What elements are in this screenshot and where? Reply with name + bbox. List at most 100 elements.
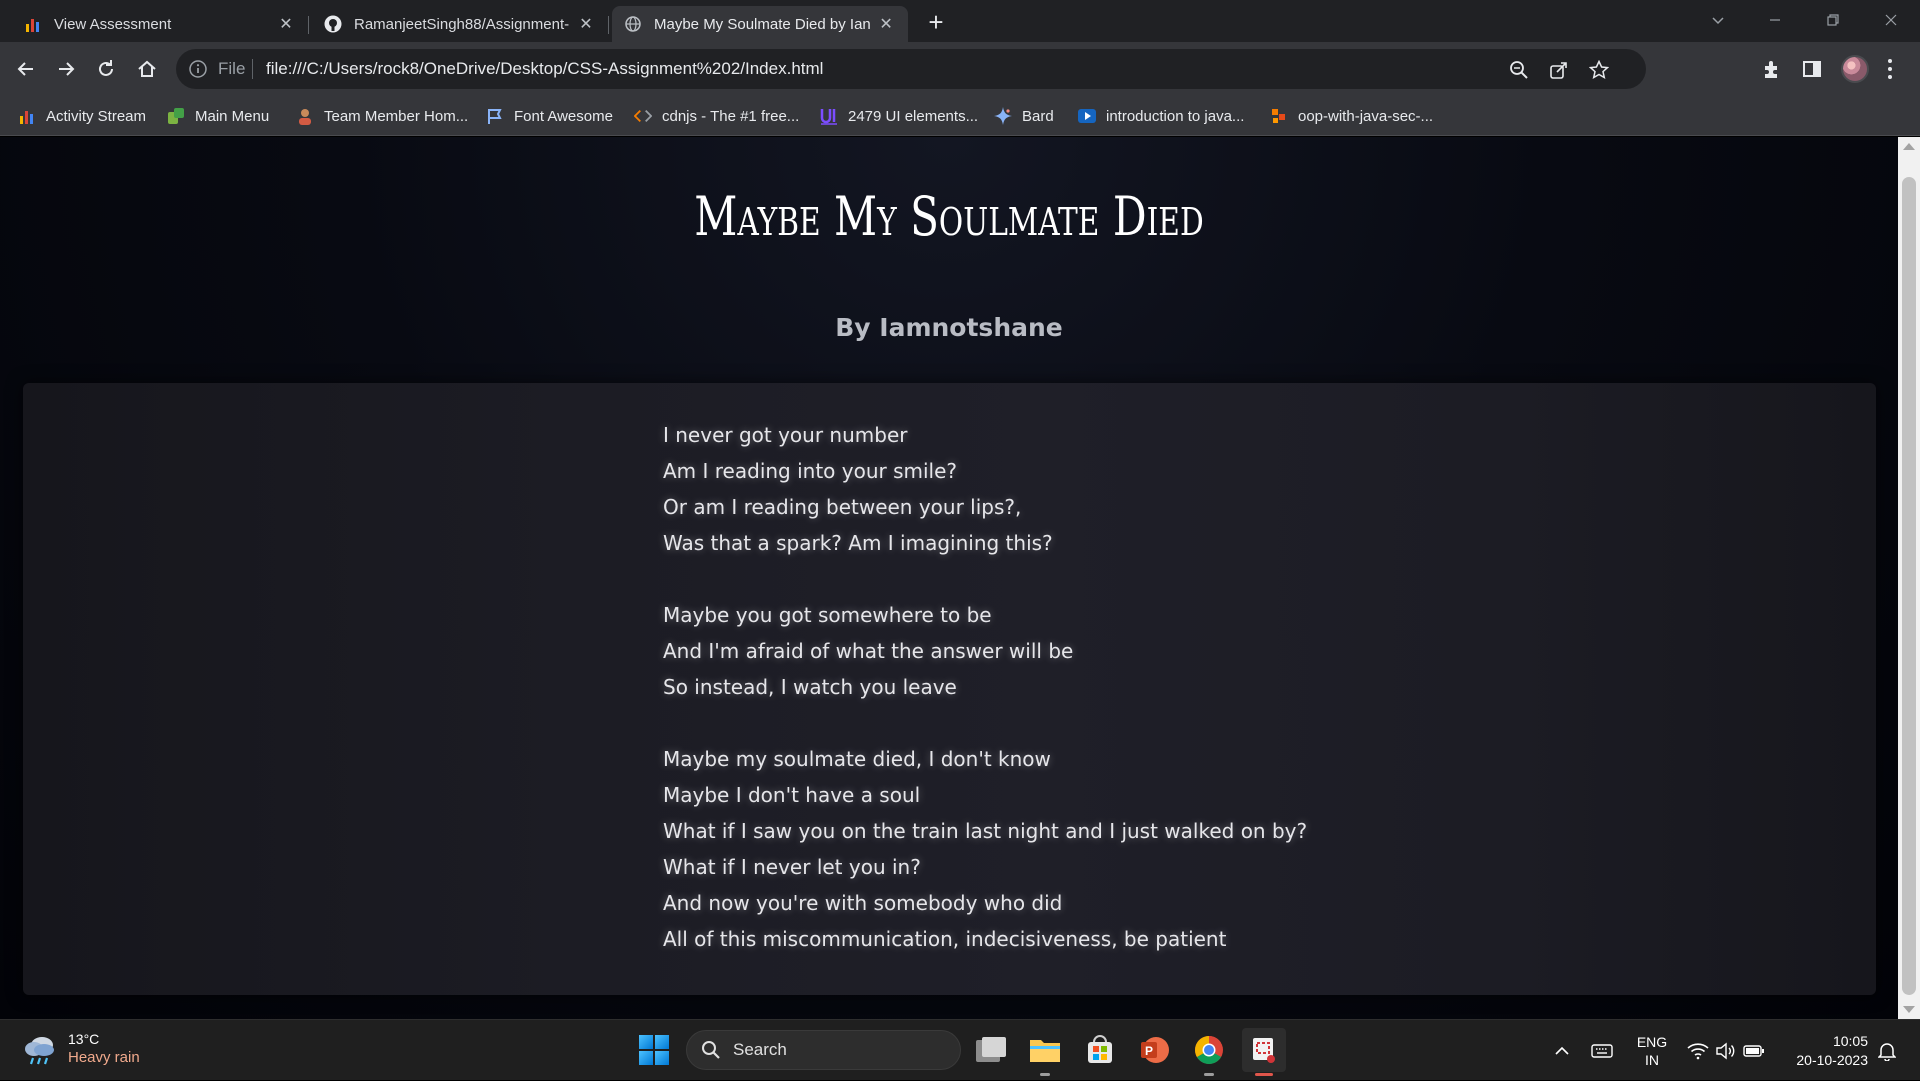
vertical-scrollbar[interactable] bbox=[1898, 137, 1920, 1019]
file-explorer-button[interactable] bbox=[1027, 1032, 1063, 1076]
stanza-1: I never got your number Am I reading int… bbox=[663, 417, 1053, 561]
restore-icon bbox=[1827, 14, 1839, 26]
profile-avatar[interactable] bbox=[1841, 55, 1869, 83]
bookmark-oop-java[interactable]: oop-with-java-sec-... bbox=[1270, 104, 1433, 128]
weather-temperature: 13°C bbox=[68, 1031, 100, 1047]
bookmark-font-awesome[interactable]: Font Awesome bbox=[486, 104, 613, 128]
menu-kebab-icon[interactable] bbox=[1886, 57, 1894, 81]
page-viewport: Maybe My Soulmate Died By Iamnotshane I … bbox=[0, 137, 1898, 1019]
bookmark-intro-java[interactable]: introduction to java... bbox=[1078, 104, 1244, 128]
bookmark-label: Team Member Hom... bbox=[324, 107, 469, 125]
arrow-left-icon bbox=[17, 62, 33, 76]
wifi-icon bbox=[1687, 1042, 1709, 1059]
weather-widget[interactable]: 13°C Heavy rain bbox=[22, 1030, 140, 1068]
task-view-icon bbox=[976, 1037, 1006, 1062]
new-tab-button[interactable]: + bbox=[922, 8, 950, 36]
search-icon bbox=[702, 1041, 720, 1059]
network-volume-battery[interactable] bbox=[1686, 1020, 1766, 1081]
task-view-button[interactable] bbox=[973, 1032, 1009, 1068]
chrome-button[interactable] bbox=[1191, 1032, 1227, 1076]
clock-time: 10:05 bbox=[1832, 1032, 1868, 1049]
restore-button[interactable] bbox=[1810, 0, 1856, 40]
poem-title: Maybe My Soulmate Died bbox=[694, 185, 1204, 248]
reload-button[interactable] bbox=[90, 53, 122, 85]
info-icon[interactable] bbox=[188, 59, 208, 79]
scroll-down-icon[interactable] bbox=[1903, 1006, 1915, 1013]
home-icon bbox=[138, 60, 156, 77]
bookmark-label: 2479 UI elements... bbox=[848, 107, 979, 125]
microsoft-store-button[interactable] bbox=[1082, 1032, 1118, 1068]
bookmark-label: Activity Stream bbox=[46, 107, 147, 125]
side-panel-icon[interactable] bbox=[1800, 57, 1824, 81]
tab-strip: View Assessment ✕ RamanjeetSingh88/Assig… bbox=[0, 0, 1920, 42]
bookmark-activity-stream[interactable]: Activity Stream bbox=[18, 104, 146, 128]
notifications-button[interactable] bbox=[1874, 1020, 1900, 1081]
play-icon bbox=[1078, 107, 1096, 125]
tab-title: View Assessment bbox=[54, 15, 172, 33]
language-indicator[interactable]: ENG IN bbox=[1630, 1020, 1674, 1081]
tab-soulmate-poem[interactable]: Maybe My Soulmate Died by Ian ✕ bbox=[612, 6, 908, 42]
puzzle-logo-icon bbox=[1270, 107, 1288, 125]
ui-logo-icon bbox=[820, 107, 838, 125]
battery-icon bbox=[1743, 1044, 1764, 1057]
arrow-right-icon bbox=[59, 62, 75, 76]
bookmark-team-member-home[interactable]: Team Member Hom... bbox=[296, 104, 468, 128]
language-code: ENG bbox=[1636, 1033, 1668, 1050]
rain-cloud-icon bbox=[25, 1037, 54, 1065]
poem-line: And I'm afraid of what the answer will b… bbox=[663, 639, 1074, 663]
tab-close-button[interactable]: ✕ bbox=[276, 14, 296, 34]
browser-toolbar: File file:///C:/Users/rock8/OneDrive/Des… bbox=[0, 42, 1920, 96]
globe-icon bbox=[624, 15, 642, 33]
url-text[interactable]: file:///C:/Users/rock8/OneDrive/Desktop/… bbox=[266, 59, 823, 79]
keyboard-icon[interactable] bbox=[1588, 1020, 1616, 1081]
stanza-2: Maybe you got somewhere to be And I'm af… bbox=[663, 597, 1073, 705]
address-bar[interactable]: File file:///C:/Users/rock8/OneDrive/Des… bbox=[176, 49, 1646, 89]
poem-author: By Iamnotshane bbox=[835, 313, 1063, 342]
snipping-tool-button[interactable] bbox=[1242, 1028, 1286, 1076]
avatar-icon bbox=[296, 107, 314, 125]
language-region: IN bbox=[1645, 1051, 1659, 1068]
tab-close-button[interactable]: ✕ bbox=[576, 14, 596, 34]
tab-github-assignment[interactable]: RamanjeetSingh88/Assignment- ✕ bbox=[312, 6, 609, 42]
chrome-icon bbox=[1195, 1036, 1223, 1064]
zoom-icon[interactable] bbox=[1508, 59, 1530, 81]
poem-line: I never got your number bbox=[663, 423, 908, 447]
divider bbox=[252, 59, 253, 79]
bookmarks-bar: Activity Stream Main Menu Team Member Ho… bbox=[0, 96, 1920, 136]
bookmark-main-menu[interactable]: Main Menu bbox=[167, 104, 269, 128]
tab-view-assessment[interactable]: View Assessment ✕ bbox=[12, 6, 309, 42]
taskbar-search[interactable]: Search bbox=[686, 1030, 961, 1070]
poem-line: What if I saw you on the train last nigh… bbox=[663, 819, 1308, 843]
home-button[interactable] bbox=[131, 53, 163, 85]
windows-taskbar: 13°C Heavy rain Search P ENG IN 10:05 20… bbox=[0, 1019, 1920, 1080]
bookmark-bard[interactable]: Bard bbox=[994, 104, 1054, 128]
tab-search-button[interactable] bbox=[1695, 0, 1741, 40]
show-hidden-icons-button[interactable] bbox=[1550, 1020, 1574, 1081]
powerpoint-button[interactable]: P bbox=[1136, 1032, 1172, 1068]
poem-line: Maybe you got somewhere to be bbox=[663, 603, 992, 627]
bookmark-cdnjs[interactable]: cdnjs - The #1 free... bbox=[634, 104, 799, 128]
code-icon bbox=[634, 107, 652, 125]
system-clock[interactable]: 10:05 20-10-2023 bbox=[1782, 1020, 1868, 1081]
minimize-icon bbox=[1770, 19, 1780, 21]
bookmark-ui-elements[interactable]: 2479 UI elements... bbox=[820, 104, 978, 128]
star-icon[interactable] bbox=[1588, 59, 1610, 81]
close-window-button[interactable] bbox=[1868, 0, 1914, 40]
scrollbar-thumb[interactable] bbox=[1902, 177, 1916, 995]
chevron-up-icon bbox=[1555, 1046, 1569, 1055]
extensions-icon[interactable] bbox=[1760, 57, 1784, 81]
minimize-button[interactable] bbox=[1752, 0, 1798, 40]
bar-chart-icon bbox=[18, 107, 36, 125]
back-button[interactable] bbox=[10, 53, 42, 85]
bookmark-label: introduction to java... bbox=[1106, 107, 1245, 125]
tab-title: Maybe My Soulmate Died by Ian bbox=[654, 15, 871, 33]
forward-button[interactable] bbox=[50, 53, 82, 85]
close-icon bbox=[1885, 14, 1897, 26]
scroll-up-icon[interactable] bbox=[1903, 143, 1915, 150]
volume-icon bbox=[1716, 1042, 1735, 1059]
poem-card: I never got your number Am I reading int… bbox=[23, 383, 1876, 995]
share-icon[interactable] bbox=[1548, 59, 1570, 81]
poem-line: Was that a spark? Am I imagining this? bbox=[663, 531, 1053, 555]
tab-close-button[interactable]: ✕ bbox=[876, 14, 896, 34]
windows-start-button[interactable] bbox=[639, 1035, 669, 1065]
